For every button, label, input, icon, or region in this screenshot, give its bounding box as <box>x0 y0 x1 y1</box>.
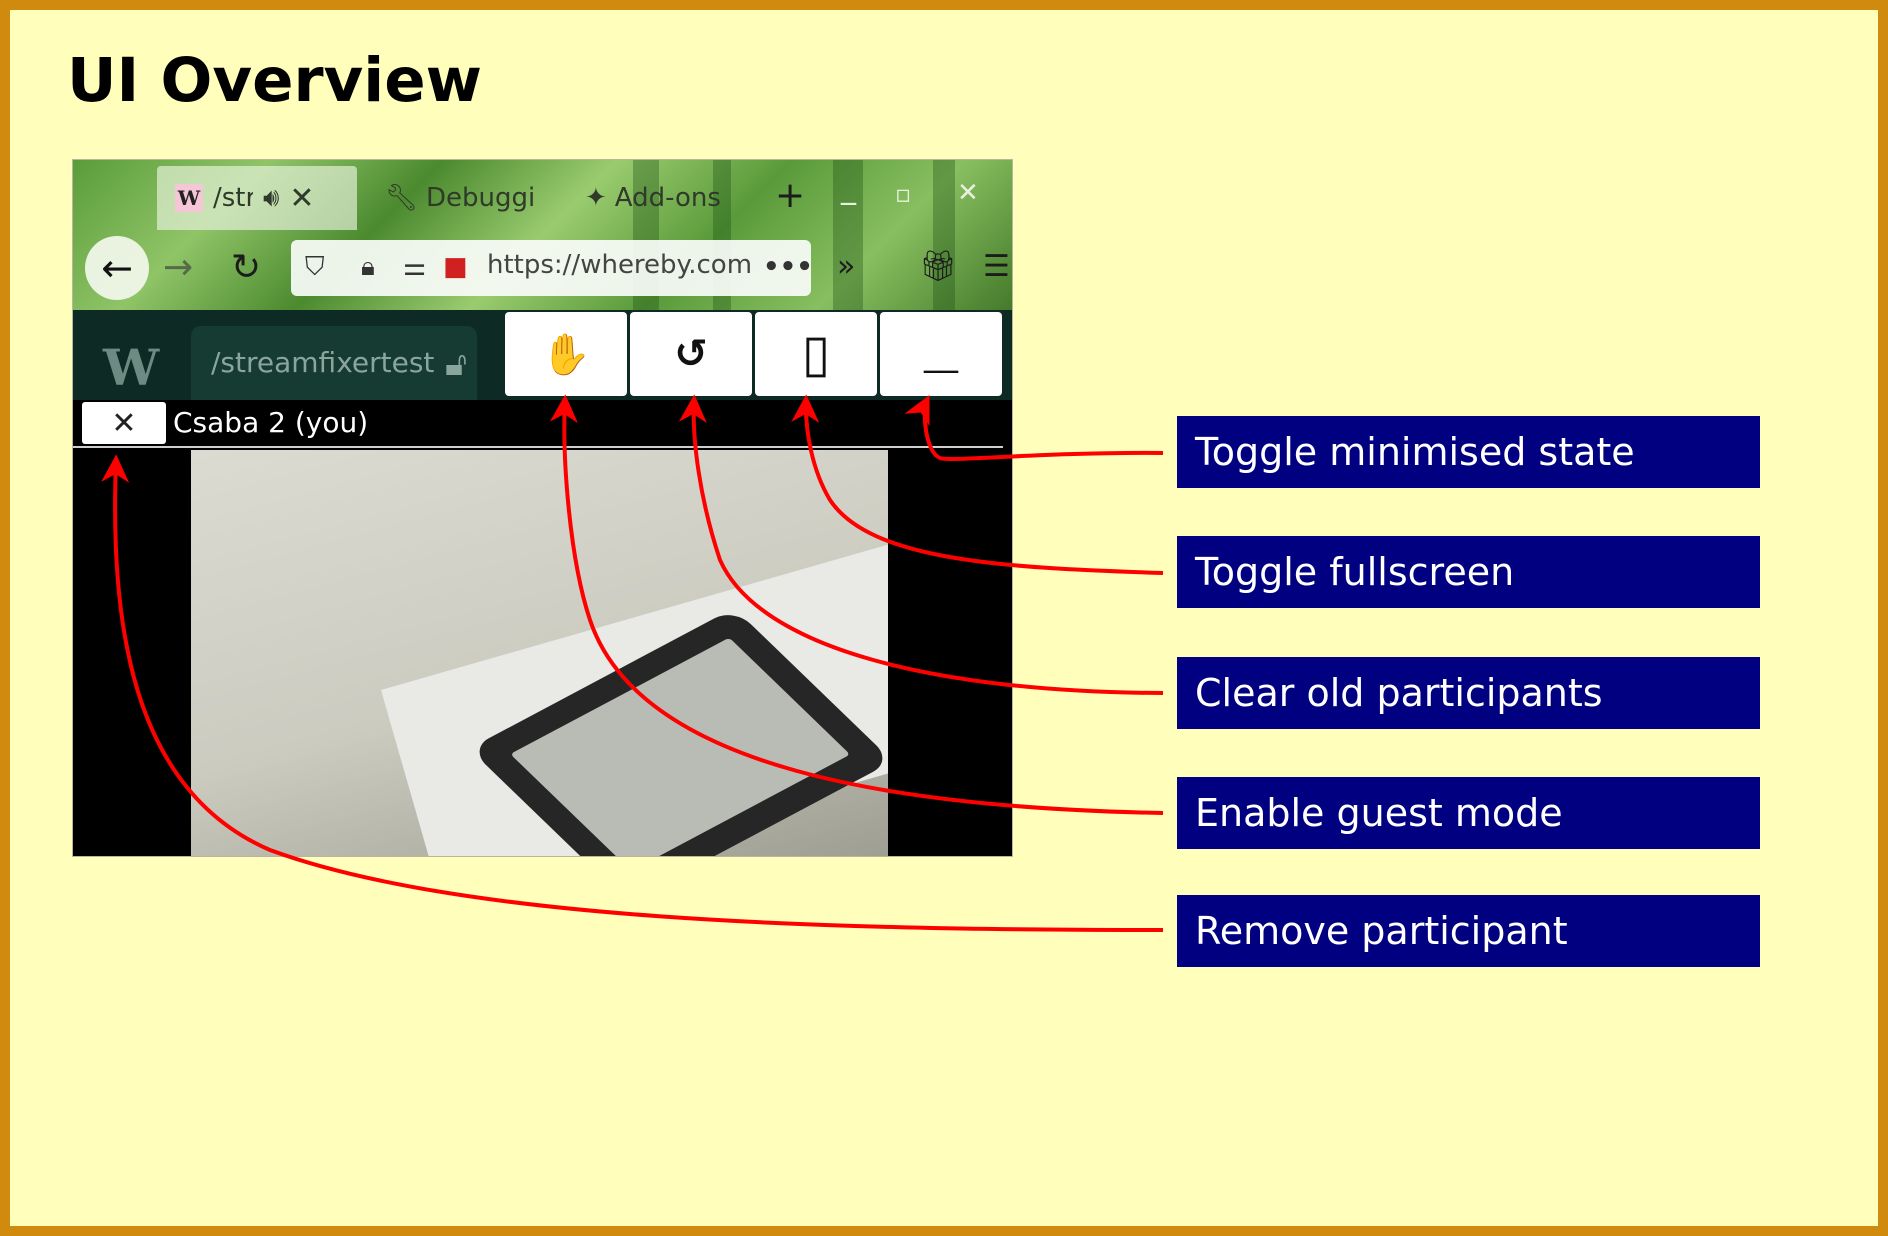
arrow-minimise <box>904 394 1164 461</box>
callout-arrows <box>101 394 1164 932</box>
arrow-fullscreen <box>791 394 1164 575</box>
arrow-guest <box>549 394 1164 815</box>
